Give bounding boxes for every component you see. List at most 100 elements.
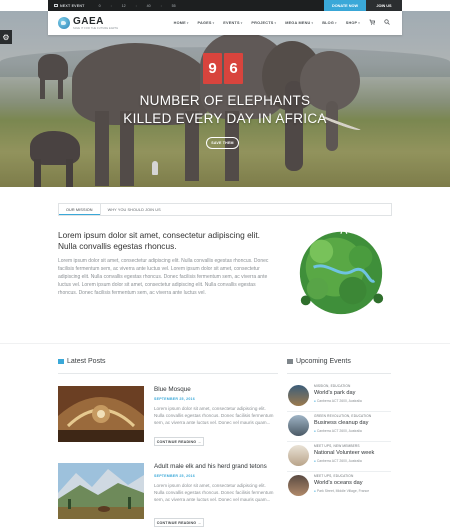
event-item[interactable]: MISSION, EDUCATION World's park day Canb…	[287, 382, 391, 412]
menu-item-label: SHOP	[345, 21, 358, 25]
menu-item-blog[interactable]: BLOG ▾	[322, 21, 337, 25]
menu-item-pages[interactable]: PAGES ▾	[198, 21, 215, 25]
section-divider	[287, 373, 391, 374]
logo[interactable]: GAEA SAVE IT FOR THE FUTURE EARTH	[58, 15, 119, 30]
save-them-button[interactable]: SAVE THEM	[206, 137, 239, 149]
continue-reading-button[interactable]: CONTINUE READING →	[154, 518, 204, 527]
latest-posts-heading: Latest Posts	[58, 358, 106, 365]
hero-headline: NUMBER OF ELEPHANTS KILLED EVERY DAY IN …	[100, 92, 350, 127]
upcoming-events-title: Upcoming Events	[296, 358, 351, 365]
events-list: MISSION, EDUCATION World's park day Canb…	[287, 382, 391, 502]
main-menu: HOME ▾ PAGES ▾ EVENTS ▾ PROJECTS ▾ MEGA MENU…	[174, 11, 390, 35]
countdown-separator: :	[160, 3, 162, 8]
menu-item-label: BLOG	[322, 21, 334, 25]
event-location: Canberra ACT 2600, Australia	[314, 429, 362, 433]
hero-headline-line: NUMBER OF ELEPHANTS	[139, 93, 311, 108]
event-title[interactable]: National Volunteer week	[314, 450, 374, 456]
post-excerpt: Lorem ipsum dolor sit amet, consectetur …	[154, 406, 274, 426]
menu-item-mega-menu[interactable]: MEGA MENU ▾	[285, 21, 313, 25]
logo-name: GAEA	[73, 15, 104, 27]
event-item[interactable]: MEET UPS, EDUCATION World's oceans day P…	[287, 472, 391, 502]
settings-panel-toggle[interactable]: ⚙	[0, 30, 12, 44]
event-location: Canberra ACT 2600, Australia	[314, 459, 362, 463]
caret-down-icon: ▾	[240, 21, 243, 25]
logo-tagline: SAVE IT FOR THE FUTURE EARTH	[73, 26, 119, 30]
caret-down-icon: ▾	[274, 21, 277, 25]
event-location: Canberra ACT 2600, Australia	[314, 399, 362, 403]
countdown-separator: :	[135, 3, 137, 8]
event-thumbnail	[288, 415, 309, 436]
menu-item-label: HOME	[173, 21, 186, 25]
countdown-value: 0	[98, 3, 101, 8]
donate-button[interactable]: DONATE NOW	[324, 0, 366, 11]
next-event-label: NEXT EVENT	[60, 3, 85, 8]
event-location: Park Street, Middle Village, France	[314, 489, 369, 493]
cart-icon[interactable]	[369, 19, 376, 27]
post-date: SEPTEMBER 25, 2016	[154, 474, 195, 478]
continue-reading-label: CONTINUE READING	[156, 520, 197, 525]
caret-down-icon: ▾	[335, 21, 337, 25]
counter-digit: 6	[224, 53, 243, 84]
mission-title: Lorem ipsum dolor sit amet, consectetur …	[58, 230, 260, 251]
calendar-icon	[54, 4, 58, 7]
menu-item-label: EVENTS	[223, 21, 240, 25]
tab-our-mission[interactable]: OUR MISSION	[59, 204, 101, 215]
mission-body: Lorem ipsum dolor sit amet, consectetur …	[58, 258, 269, 296]
menu-item-label: MEGA MENU	[285, 21, 311, 25]
event-category: GREEN REVOLUTION, EDUCATION	[314, 414, 372, 418]
search-icon[interactable]	[384, 19, 390, 27]
post-date: SEPTEMBER 25, 2016	[154, 397, 195, 401]
event-category: MEET UPS, EDUCATION	[314, 474, 354, 478]
post-title[interactable]: Adult male elk and his herd grand tetons	[154, 463, 278, 471]
post-card: Blue Mosque SEPTEMBER 25, 2016 Lorem ips…	[58, 386, 278, 446]
countdown-separator: :	[110, 3, 112, 8]
continue-reading-button[interactable]: CONTINUE READING →	[154, 437, 204, 446]
join-us-button[interactable]: JOIN US	[366, 0, 402, 11]
top-bar: NEXT EVENT 0 : 12 : 40 : 55 DONATE NOW J…	[48, 0, 402, 11]
caret-down-icon: ▾	[311, 21, 314, 25]
event-countdown: 0 : 12 : 40 : 55	[99, 4, 176, 8]
counter-digit: 9	[203, 53, 222, 84]
menu-item-home[interactable]: HOME ▾	[174, 21, 189, 25]
event-category: MEET UPS, NEW MEMBERS	[314, 444, 360, 448]
next-event: NEXT EVENT	[54, 4, 85, 8]
event-thumbnail	[288, 385, 309, 406]
calendar-icon	[287, 359, 293, 364]
countdown-value: 40	[146, 3, 151, 8]
menu-item-projects[interactable]: PROJECTS ▾	[251, 21, 276, 25]
post-excerpt: Lorem ipsum dolor sit amet, consectetur …	[154, 483, 274, 503]
tab-why-join-us[interactable]: WHY YOU SHOULD JOIN US	[101, 204, 168, 215]
countdown-value: 12	[121, 3, 126, 8]
latest-posts-title: Latest Posts	[67, 358, 106, 365]
hero-headline-line: KILLED EVERY DAY IN AFRICA	[123, 110, 327, 126]
post-thumbnail[interactable]	[58, 386, 144, 442]
event-item[interactable]: MEET UPS, NEW MEMBERS National Volunteer…	[287, 442, 391, 472]
folder-icon	[58, 359, 64, 364]
caret-down-icon: ▾	[186, 21, 189, 25]
event-thumbnail	[288, 475, 309, 496]
menu-item-events[interactable]: EVENTS ▾	[223, 21, 242, 25]
post-thumbnail[interactable]	[58, 463, 144, 519]
menu-item-shop[interactable]: SHOP ▾	[346, 21, 360, 25]
event-title[interactable]: World's oceans day	[314, 480, 363, 486]
event-thumbnail	[288, 445, 309, 466]
arrow-right-icon: →	[197, 520, 202, 525]
green-earth-illustration	[299, 224, 384, 315]
event-item[interactable]: GREEN REVOLUTION, EDUCATION Business cle…	[287, 412, 391, 442]
news-events-section: Latest Posts Upcoming Events Blue Mosque…	[0, 343, 450, 528]
mission-tabs: OUR MISSION WHY YOU SHOULD JOIN US	[58, 203, 392, 216]
caret-down-icon: ▾	[212, 21, 215, 25]
event-title[interactable]: World's park day	[314, 390, 355, 396]
post-title[interactable]: Blue Mosque	[154, 386, 278, 394]
caret-down-icon: ▾	[358, 21, 360, 25]
main-navbar: GAEA SAVE IT FOR THE FUTURE EARTH HOME ▾ …	[48, 11, 402, 35]
menu-item-label: PAGES	[197, 21, 212, 25]
continue-reading-label: CONTINUE READING	[156, 439, 197, 444]
globe-logo-icon	[58, 17, 70, 29]
section-divider	[58, 373, 278, 374]
upcoming-events-heading: Upcoming Events	[287, 358, 351, 365]
event-title[interactable]: Business cleanup day	[314, 420, 368, 426]
gear-icon: ⚙	[2, 32, 10, 42]
event-category: MISSION, EDUCATION	[314, 384, 351, 388]
post-card: Adult male elk and his herd grand tetons…	[58, 463, 278, 527]
